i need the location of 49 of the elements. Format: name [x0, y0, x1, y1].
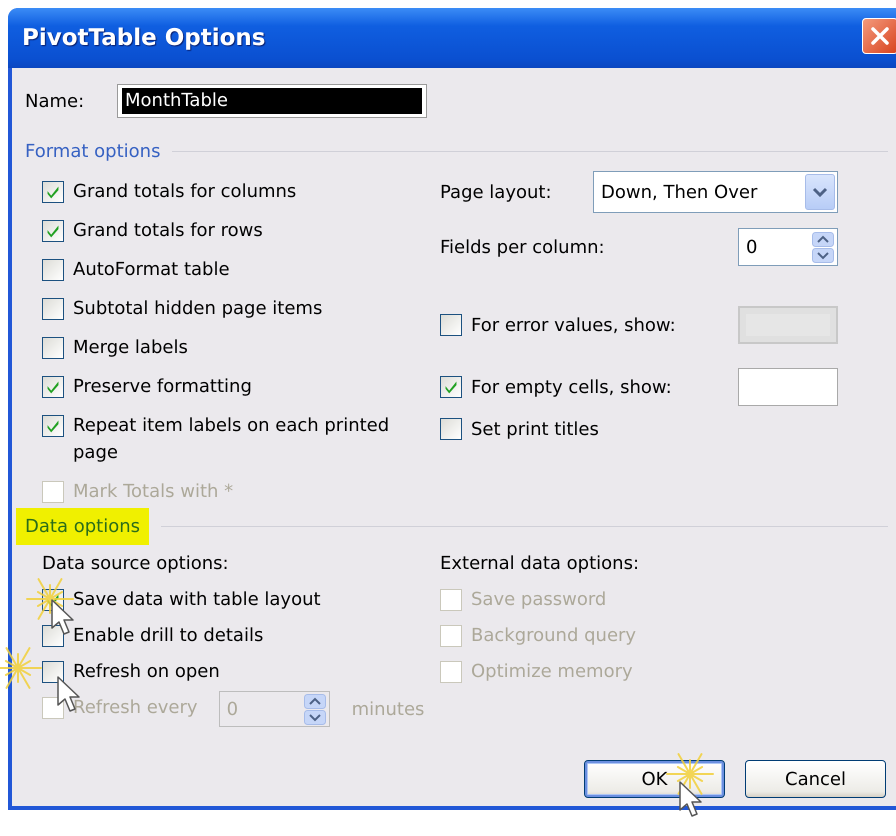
field-label: Fields per column: [440, 236, 605, 258]
checkbox[interactable] [440, 418, 462, 440]
checkbox[interactable] [42, 414, 64, 436]
checkbox-label: Refresh on open [73, 660, 220, 684]
close-button[interactable] [862, 18, 896, 54]
checkbox-label: Grand totals for rows [73, 219, 263, 243]
checkbox-label: Enable drill to details [73, 624, 264, 648]
checkbox-label: Preserve formatting [73, 375, 252, 399]
section-title: Data options [16, 508, 149, 545]
field-label: Page layout: [440, 182, 552, 202]
checkbox-label: Save data with table layout [73, 588, 321, 612]
checkbox[interactable] [42, 298, 64, 320]
checkbox-label: For error values, show: [471, 314, 676, 338]
checkbox-label: Mark Totals with * [73, 480, 234, 504]
checkbox-label: Subtotal hidden page items [73, 297, 322, 321]
checkbox-label: AutoFormat table [73, 258, 230, 282]
checkbox[interactable] [42, 258, 64, 280]
group-label: External data options: [440, 552, 640, 576]
checkbox[interactable] [42, 336, 64, 358]
checkbox-label: Set print titles [471, 418, 599, 442]
checkbox[interactable] [440, 376, 462, 398]
checkbox-label: Refresh every [73, 696, 198, 720]
unit-label: minutes [352, 698, 424, 720]
checkbox-label: Repeat item labels on each printed page [73, 414, 390, 465]
spin-arrows-icon[interactable] [304, 694, 326, 724]
group-label: Data source options: [42, 552, 230, 576]
page-layout-dropdown[interactable]: Down, Then Over [593, 171, 838, 213]
checkbox-label: Grand totals for columns [73, 180, 296, 204]
spin-arrows-icon[interactable] [812, 232, 834, 262]
close-icon [870, 26, 890, 46]
name-field[interactable]: MonthTable [117, 84, 427, 118]
ok-button[interactable]: OK [584, 760, 725, 798]
checkbox-label: Optimize memory [471, 660, 633, 684]
checkbox[interactable] [42, 180, 64, 202]
section-title: Format options [25, 140, 160, 164]
window-title: PivotTable Options [22, 25, 266, 51]
checkbox-label: Save password [471, 588, 606, 612]
number-field[interactable]: 0 [738, 228, 838, 266]
cancel-button[interactable]: Cancel [745, 760, 886, 798]
checkbox[interactable] [42, 376, 64, 398]
input-field[interactable] [738, 368, 838, 406]
checkbox-label: For empty cells, show: [471, 376, 672, 400]
name-label: Name: [25, 90, 86, 112]
checkbox[interactable] [440, 314, 462, 336]
checkbox[interactable] [42, 624, 64, 646]
checkbox[interactable] [42, 220, 64, 242]
checkbox-label: Merge labels [73, 336, 188, 360]
checkbox[interactable] [42, 660, 64, 682]
checkbox-label: Background query [471, 624, 636, 648]
